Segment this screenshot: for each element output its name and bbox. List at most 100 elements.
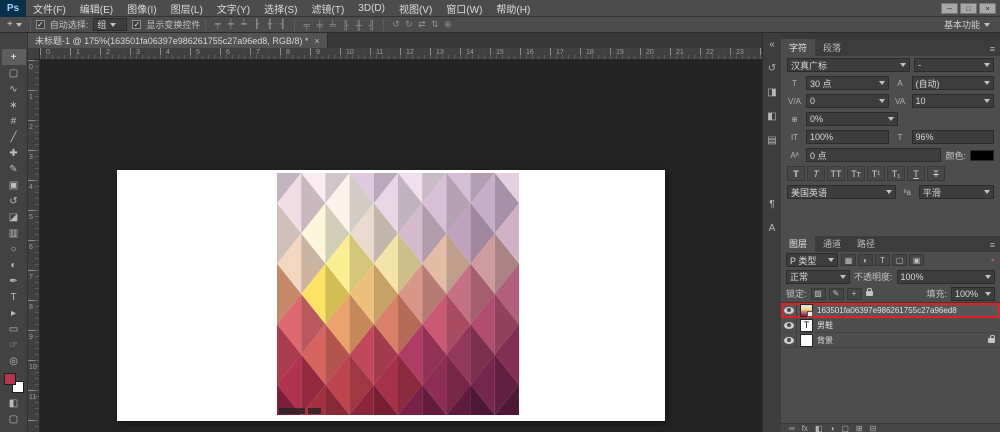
layer-style-icon[interactable]: fx [802, 425, 808, 431]
history-panel-icon[interactable]: ↺ [764, 60, 781, 77]
align-right-edges-icon[interactable]: ┨ [276, 19, 289, 30]
document-tab[interactable]: 未标题-1 @ 175%(163501fa06397e986261755c27a… [28, 33, 328, 48]
kerning-select[interactable]: 0 [806, 94, 889, 108]
filter-shape-layers-icon[interactable]: ▢ [892, 254, 907, 266]
underline-button[interactable]: T [907, 166, 925, 181]
faux-italic-button[interactable]: T [807, 166, 825, 181]
move-tool[interactable]: + [2, 49, 26, 65]
superscript-button[interactable]: T¹ [867, 166, 885, 181]
shape-tool[interactable]: ▭ [2, 321, 26, 337]
menu-item-7[interactable]: 3D(D) [351, 0, 392, 16]
panel-menu-icon[interactable]: ≡ [985, 238, 1000, 252]
visibility-eye-icon[interactable] [784, 337, 794, 344]
strikethrough-button[interactable]: T [927, 166, 945, 181]
all-caps-button[interactable]: TT [827, 166, 845, 181]
dodge-tool[interactable]: ◐ [2, 257, 26, 273]
distribute-left-icon[interactable]: ╟ [339, 20, 352, 30]
language-select[interactable]: 美国英语 [787, 185, 896, 199]
document-artboard[interactable] [117, 170, 665, 421]
3d-drag-icon[interactable]: ⇄ [415, 19, 428, 30]
small-caps-button[interactable]: Tт [847, 166, 865, 181]
minimize-button[interactable]: ─ [941, 3, 958, 14]
tracking-select[interactable]: 10 [912, 94, 995, 108]
menu-item-6[interactable]: 滤镜(T) [305, 0, 352, 16]
3d-rotate-icon[interactable]: ↺ [389, 19, 402, 30]
blend-mode-dropdown[interactable]: 正常 [786, 270, 850, 284]
marquee-tool[interactable]: ▢ [2, 65, 26, 81]
history-brush-tool[interactable]: ↺ [2, 193, 26, 209]
lock-position-icon[interactable]: + [847, 288, 862, 300]
3d-slide-icon[interactable]: ⇅ [428, 19, 441, 30]
visibility-eye-icon[interactable] [784, 307, 794, 314]
filter-pixel-layers-icon[interactable]: ▦ [841, 254, 856, 266]
baseline-shift-field[interactable]: 0 点 [806, 148, 941, 162]
foreground-color-swatch[interactable] [4, 373, 16, 385]
align-bottom-edges-icon[interactable]: ┷ [237, 19, 250, 30]
gradient-tool[interactable]: ▥ [2, 225, 26, 241]
panel-menu-icon[interactable]: ≡ [985, 42, 1000, 56]
type-tool[interactable]: T [2, 289, 26, 305]
subscript-button[interactable]: T₁ [887, 166, 905, 181]
filter-smart-objects-icon[interactable]: ▣ [909, 254, 924, 266]
menu-item-10[interactable]: 帮助(H) [489, 0, 537, 16]
canvas-area[interactable] [40, 60, 762, 432]
hand-tool[interactable]: ☞ [2, 337, 26, 353]
lock-all-icon[interactable] [866, 291, 873, 296]
crop-tool[interactable]: # [2, 113, 26, 129]
fill-dropdown[interactable]: 100% [951, 287, 995, 301]
layer-row-2[interactable]: 背景 [781, 333, 1000, 348]
visibility-eye-icon[interactable] [784, 322, 794, 329]
path-selection-tool[interactable]: ▸ [2, 305, 26, 321]
eraser-tool[interactable]: ◪ [2, 209, 26, 225]
healing-brush-tool[interactable]: ✚ [2, 145, 26, 161]
menu-item-0[interactable]: 文件(F) [26, 0, 73, 16]
leading-select[interactable]: (自动) [912, 76, 995, 90]
font-size-select[interactable]: 30 点 [806, 76, 889, 90]
auto-select-scope-dropdown[interactable]: 组 [93, 18, 127, 31]
align-horizontal-centers-icon[interactable]: ╂ [263, 19, 276, 30]
quick-selection-tool[interactable]: ∗ [2, 97, 26, 113]
tab-paths[interactable]: 路径 [849, 235, 883, 252]
filter-type-layers-icon[interactable]: T [875, 254, 890, 266]
ruler-horizontal[interactable]: 01234567891011121314151617181920212223 [40, 48, 762, 60]
anti-alias-select[interactable]: 平滑 [919, 185, 994, 199]
align-vertical-centers-icon[interactable]: ┿ [224, 19, 237, 30]
distribute-hcenter-icon[interactable]: ╫ [352, 20, 365, 30]
filter-toggle-icon[interactable]: ● [991, 257, 995, 264]
lasso-tool[interactable]: ∿ [2, 81, 26, 97]
lock-pixels-icon[interactable]: ✎ [829, 288, 844, 300]
layer-thumbnail[interactable] [800, 334, 813, 347]
delete-layer-icon[interactable]: ⊟ [870, 425, 877, 431]
distribute-vcenter-icon[interactable]: ╪ [313, 20, 326, 30]
maximize-button[interactable]: □ [960, 3, 977, 14]
diamond-pattern-image[interactable] [277, 173, 519, 415]
layer-row-0[interactable]: 163501fa06397e986261755c27a96ed8 [781, 303, 1000, 318]
align-top-edges-icon[interactable]: ┯ [211, 19, 224, 30]
horizontal-scale-field[interactable]: 96% [912, 130, 995, 144]
quick-mask-icon[interactable]: ◧ [2, 395, 26, 411]
layer-thumbnail[interactable]: T [800, 319, 813, 332]
layer-filter-kind-dropdown[interactable]: P 类型 [786, 253, 838, 267]
proportional-spacing-select[interactable]: 0% [806, 112, 898, 126]
tab-channels[interactable]: 通道 [815, 235, 849, 252]
3d-roll-icon[interactable]: ↻ [402, 19, 415, 30]
menu-item-2[interactable]: 图像(I) [120, 0, 163, 16]
blur-tool[interactable]: ○ [2, 241, 26, 257]
workspace-switcher[interactable]: 基本功能 [944, 18, 996, 31]
layer-row-1[interactable]: T男鞋 [781, 318, 1000, 333]
tab-character[interactable]: 字符 [781, 39, 815, 56]
brush-tool[interactable]: ✎ [2, 161, 26, 177]
tool-preset-picker[interactable]: + [4, 19, 25, 30]
link-layers-icon[interactable]: ∞ [789, 425, 795, 431]
glyphs-panel-icon[interactable]: A [764, 220, 781, 237]
distribute-bottom-icon[interactable]: ╧ [326, 20, 339, 30]
paragraph-panel-icon[interactable]: ¶ [764, 196, 781, 213]
new-group-icon[interactable]: ▢ [841, 425, 849, 431]
auto-select-checkbox[interactable]: ✓ [36, 20, 45, 29]
close-button[interactable]: × [979, 3, 996, 14]
3d-scale-icon[interactable]: ⊕ [441, 19, 454, 30]
zoom-tool[interactable]: ◎ [2, 353, 26, 369]
distribute-right-icon[interactable]: ╢ [365, 20, 378, 30]
distribute-top-icon[interactable]: ╤ [300, 20, 313, 30]
menu-item-1[interactable]: 编辑(E) [73, 0, 120, 16]
